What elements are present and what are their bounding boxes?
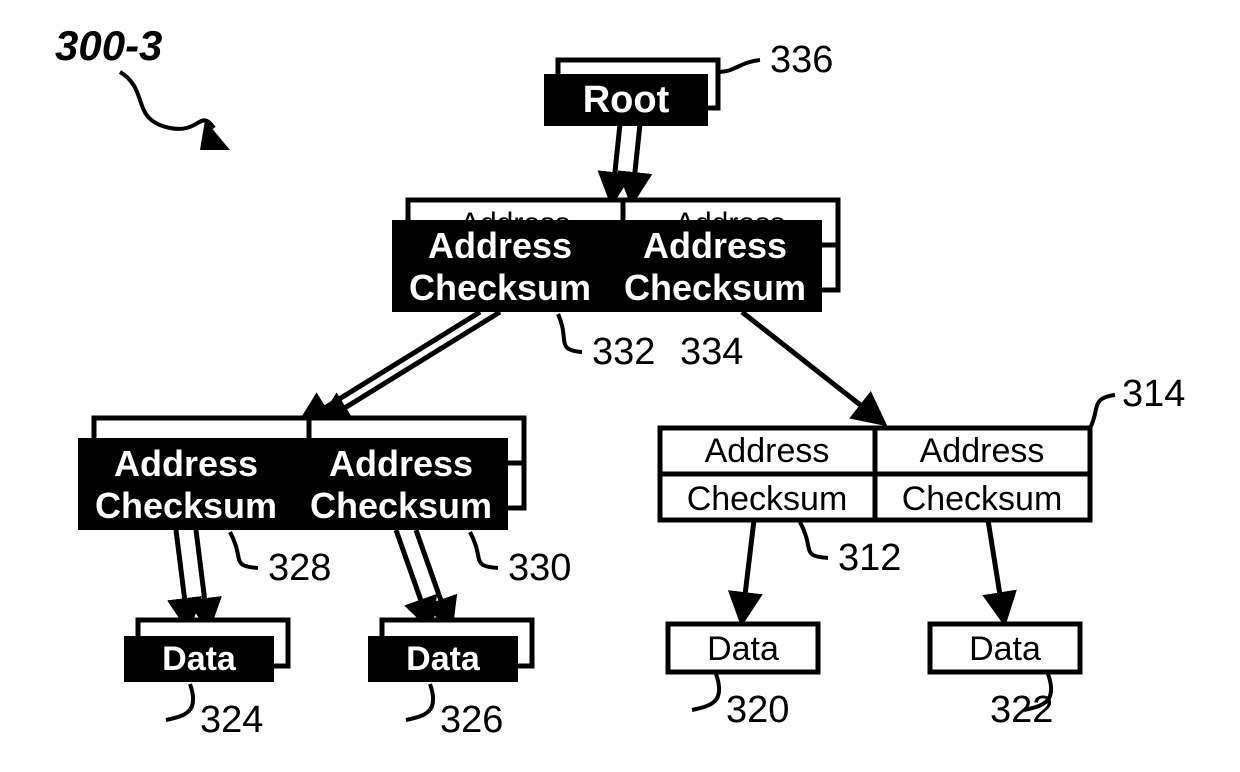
data-324: Data — [124, 620, 288, 682]
l1-left-ref: 332 — [592, 331, 655, 373]
l2l-right-ref: 330 — [508, 547, 571, 589]
l2r-right-bot: Checksum — [902, 480, 1063, 518]
root-label: Root — [583, 79, 670, 121]
l2l-left-ref: 328 — [268, 547, 331, 589]
data-326: Data — [368, 620, 532, 682]
data-322-ref: 322 — [990, 689, 1053, 731]
l2r-left-bot: Checksum — [687, 480, 848, 518]
data-324-ref: 324 — [200, 699, 263, 741]
l2l-right-bot: Checksum — [310, 485, 492, 526]
svg-text:Data: Data — [162, 640, 237, 678]
l1-left-top: Address — [428, 225, 572, 266]
l2r-left-ref: 312 — [838, 537, 901, 579]
root-node: Root — [546, 60, 718, 124]
level1-pair: Address Address Address Checksum Address… — [392, 200, 838, 312]
root-ref: 336 — [770, 39, 833, 81]
level2-right-pair: Address Checksum Address Checksum — [660, 428, 1090, 520]
svg-text:Data: Data — [406, 640, 481, 678]
level2-left-pair: Address Checksum Address Checksum — [78, 418, 524, 530]
data-320-ref: 320 — [726, 689, 789, 731]
svg-text:Data: Data — [969, 630, 1041, 668]
l1-right-bot: Checksum — [624, 267, 806, 308]
l2r-left-top: Address — [705, 432, 830, 470]
l2l-left-bot: Checksum — [95, 485, 277, 526]
svg-text:Data: Data — [707, 630, 779, 668]
l2r-ref: 314 — [1122, 373, 1185, 415]
data-322: Data — [930, 624, 1080, 672]
l1-right-ref: 334 — [680, 331, 743, 373]
l1-left-bot: Checksum — [409, 267, 591, 308]
l2l-left-top: Address — [114, 443, 258, 484]
data-320: Data — [668, 624, 818, 672]
l2r-right-top: Address — [920, 432, 1045, 470]
l1-right-top: Address — [643, 225, 787, 266]
tree-diagram: 300-3 Root 336 Address Address Address C… — [0, 0, 1240, 772]
l2l-right-top: Address — [329, 443, 473, 484]
data-326-ref: 326 — [440, 699, 503, 741]
figure-ref: 300-3 — [55, 22, 162, 69]
